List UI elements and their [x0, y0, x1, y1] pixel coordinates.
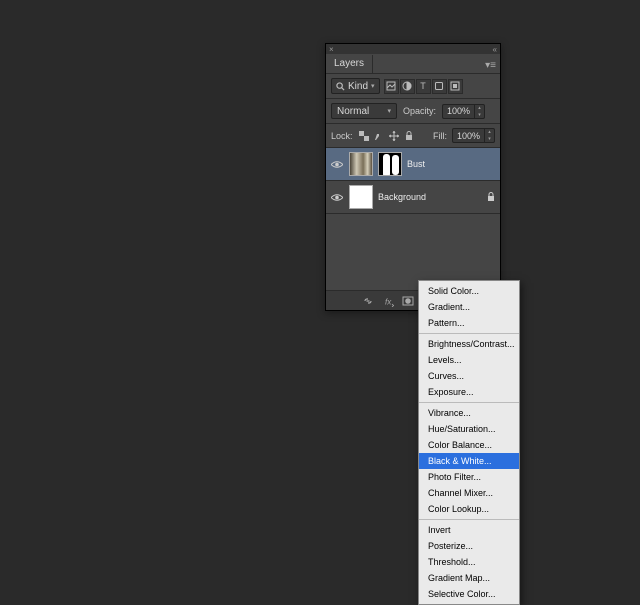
lock-position-icon[interactable]	[388, 129, 401, 142]
menu-item[interactable]: Hue/Saturation...	[419, 421, 519, 437]
menu-separator	[419, 402, 519, 403]
menu-item[interactable]: Gradient...	[419, 299, 519, 315]
layer-thumbnail[interactable]	[349, 185, 373, 209]
filter-pixel-icon[interactable]	[384, 79, 399, 94]
layer-row-bust[interactable]: Bust	[326, 148, 500, 181]
opacity-input[interactable]: 100% ▴▾	[442, 104, 485, 119]
menu-item[interactable]: Color Balance...	[419, 437, 519, 453]
opacity-label: Opacity:	[403, 106, 436, 116]
menu-item[interactable]: Selective Color...	[419, 586, 519, 602]
fill-label: Fill:	[433, 131, 447, 141]
chevron-down-icon: ▾	[387, 107, 391, 115]
lock-pixels-icon[interactable]	[373, 129, 386, 142]
layer-mask-icon[interactable]	[401, 294, 414, 307]
panel-tabbar: Layers ▾≡	[326, 54, 500, 74]
blend-row: Normal ▾ Opacity: 100% ▴▾	[326, 99, 500, 124]
collapse-icon[interactable]: «	[493, 45, 497, 54]
close-icon[interactable]: ×	[329, 45, 334, 54]
lock-icon	[486, 192, 496, 202]
fill-input[interactable]: 100% ▴▾	[452, 128, 495, 143]
svg-text:T: T	[420, 81, 426, 91]
filter-shape-icon[interactable]	[432, 79, 447, 94]
blend-mode-value: Normal	[337, 106, 369, 117]
chevron-down-icon: ▾	[371, 82, 375, 90]
visibility-toggle[interactable]	[330, 160, 344, 169]
layer-name[interactable]: Background	[378, 192, 426, 202]
menu-item[interactable]: Exposure...	[419, 384, 519, 400]
panel-menu-icon[interactable]: ▾≡	[481, 58, 500, 73]
search-icon	[336, 82, 345, 91]
menu-item[interactable]: Color Lookup...	[419, 501, 519, 517]
blend-mode-select[interactable]: Normal ▾	[331, 103, 397, 119]
layer-list: Bust Background	[326, 148, 500, 214]
menu-item[interactable]: Solid Color...	[419, 283, 519, 299]
menu-separator	[419, 333, 519, 334]
link-layers-icon[interactable]	[361, 294, 374, 307]
filter-kind-select[interactable]: Kind ▾	[331, 78, 380, 94]
opacity-stepper[interactable]: ▴▾	[474, 104, 484, 118]
menu-item[interactable]: Levels...	[419, 352, 519, 368]
menu-item[interactable]: Vibrance...	[419, 405, 519, 421]
svg-text:fx: fx	[385, 297, 392, 306]
layer-style-icon[interactable]: fx	[381, 294, 394, 307]
menu-item[interactable]: Invert	[419, 522, 519, 538]
menu-item[interactable]: Black & White...	[419, 453, 519, 469]
kind-label: Kind	[348, 81, 368, 92]
menu-item[interactable]: Brightness/Contrast...	[419, 336, 519, 352]
filter-type-icons: T	[384, 79, 463, 94]
visibility-toggle[interactable]	[330, 193, 344, 202]
layer-row-background[interactable]: Background	[326, 181, 500, 214]
adjustment-layer-menu[interactable]: Solid Color...Gradient...Pattern... Brigh…	[418, 280, 520, 605]
lock-transparency-icon[interactable]	[358, 129, 371, 142]
menu-item[interactable]: Photo Filter...	[419, 469, 519, 485]
menu-item[interactable]: Channel Mixer...	[419, 485, 519, 501]
lock-all-icon[interactable]	[403, 129, 416, 142]
panel-titlebar: × «	[326, 44, 500, 54]
menu-item[interactable]: Pattern...	[419, 315, 519, 331]
menu-separator	[419, 519, 519, 520]
filter-adjustment-icon[interactable]	[400, 79, 415, 94]
menu-item[interactable]: Threshold...	[419, 554, 519, 570]
layer-mask-thumbnail[interactable]	[378, 152, 402, 176]
menu-item[interactable]: Curves...	[419, 368, 519, 384]
lock-row: Lock: Fill: 100% ▴▾	[326, 124, 500, 148]
filter-row: Kind ▾ T	[326, 74, 500, 99]
opacity-value: 100%	[443, 106, 474, 116]
menu-item[interactable]: Posterize...	[419, 538, 519, 554]
filter-type-icon[interactable]: T	[416, 79, 431, 94]
lock-label: Lock:	[331, 131, 353, 141]
fill-value: 100%	[453, 131, 484, 141]
layer-name[interactable]: Bust	[407, 159, 425, 169]
filter-smart-icon[interactable]	[448, 79, 463, 94]
layer-thumbnail[interactable]	[349, 152, 373, 176]
tab-layers[interactable]: Layers	[326, 55, 373, 73]
menu-item[interactable]: Gradient Map...	[419, 570, 519, 586]
layers-panel: × « Layers ▾≡ Kind ▾ T Normal ▾ Opacity:…	[325, 43, 501, 311]
fill-stepper[interactable]: ▴▾	[484, 129, 494, 143]
